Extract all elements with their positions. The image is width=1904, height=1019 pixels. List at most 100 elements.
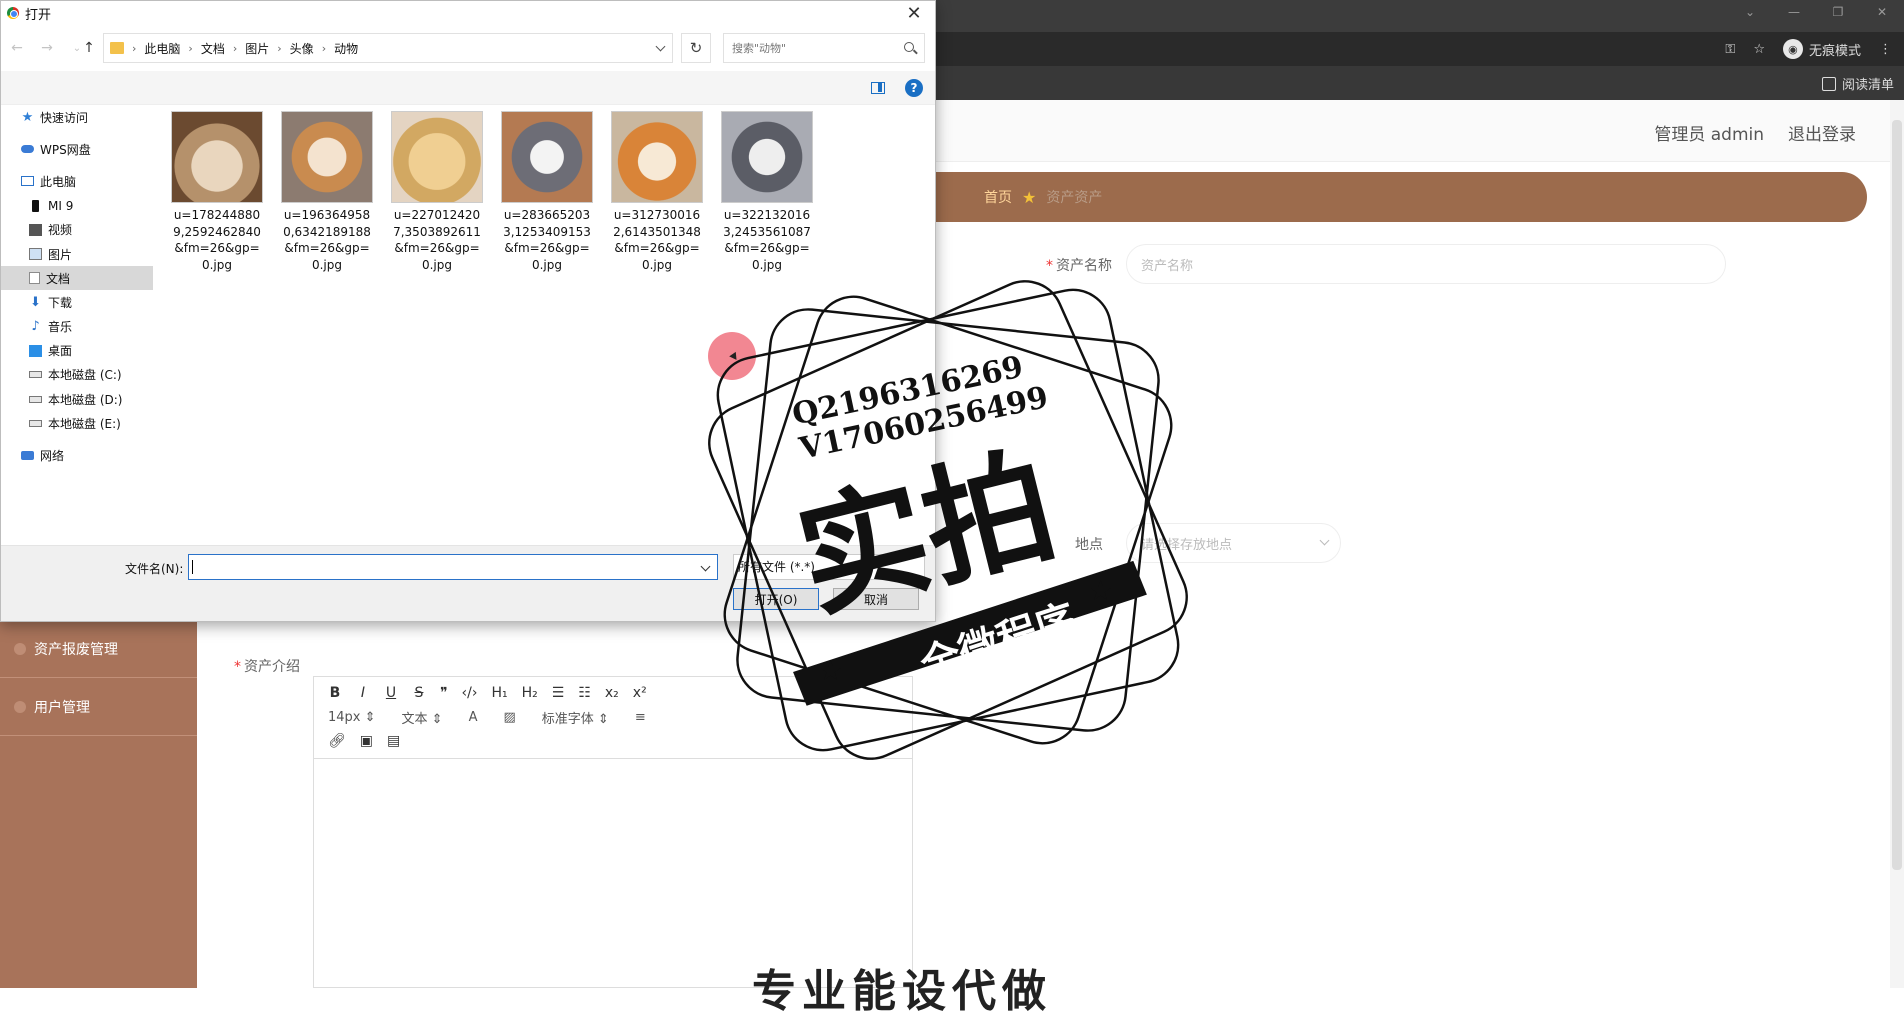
search-input[interactable]: 搜索"动物" [723, 33, 925, 63]
refresh-icon[interactable]: ↻ [681, 33, 711, 63]
strike-icon[interactable]: S [412, 685, 426, 701]
filename-input[interactable] [188, 554, 718, 580]
code-icon[interactable]: ‹/› [462, 685, 478, 701]
close-icon[interactable]: ✕ [899, 1, 929, 25]
preview-pane-icon[interactable] [871, 82, 885, 94]
heading2-icon[interactable]: H₂ [522, 685, 538, 701]
dialog-title: 打开 [25, 7, 52, 23]
font-family-select[interactable]: 标准字体 ⇕ [542, 708, 609, 727]
nav-item-disk-e[interactable]: 本地磁盘 (E:) [1, 411, 153, 435]
path-segment[interactable]: 头像 [290, 40, 314, 57]
network-icon [21, 451, 34, 461]
back-arrow-icon[interactable]: ← [7, 40, 27, 56]
video-embed-icon[interactable]: ▤ [387, 733, 400, 749]
path-segment[interactable]: 动物 [334, 40, 358, 57]
image-icon[interactable]: ▣ [360, 733, 373, 749]
nav-item-documents[interactable]: 文档 [1, 266, 153, 291]
heading1-icon[interactable]: H₁ [491, 685, 507, 701]
filename-label: 文件名(N): [125, 562, 184, 576]
breadcrumb: 首页 ★ 资产资产 [930, 172, 1867, 222]
file-name: u=1963649580,6342189188&fm=26&gp=0.jpg [283, 208, 371, 272]
nav-item-network[interactable]: 网络 [1, 443, 153, 467]
chevron-down-icon[interactable] [655, 41, 666, 52]
background-color-icon[interactable]: ▨ [503, 710, 515, 725]
minimize-icon[interactable]: — [1772, 0, 1816, 24]
link-icon[interactable]: 🔗︎ [328, 733, 346, 749]
path-segment[interactable]: 此电脑 [144, 40, 180, 57]
image-thumbnail [171, 111, 263, 203]
star-icon: ★ [1022, 187, 1037, 207]
italic-icon[interactable]: I [356, 685, 370, 701]
file-name: u=1782448809,2592462840&fm=26&gp=0.jpg [173, 208, 261, 272]
disk-icon [29, 419, 42, 427]
computer-icon [21, 176, 34, 187]
underline-icon[interactable]: U [384, 685, 398, 701]
key-icon[interactable]: ⚿ [1725, 42, 1735, 57]
image-thumbnail [391, 111, 483, 203]
subscript-icon[interactable]: x₂ [605, 685, 619, 701]
dialog-navbar: ← → ⌄ ↑ › 此电脑 › 文档 › 图片 › 头像 › 动物 ↻ 搜索"动… [1, 25, 935, 71]
file-item[interactable]: u=2836652033,1253409153&fm=26&gp=0.jpg [501, 111, 593, 273]
incognito-indicator[interactable]: ◉ 无痕模式 [1782, 39, 1861, 59]
nav-item-music[interactable]: ♪ 音乐 [1, 315, 153, 339]
reading-list-button[interactable]: 阅读清单 [1821, 74, 1894, 93]
help-icon[interactable]: ? [905, 79, 923, 97]
bookmark-star-icon[interactable]: ☆ [1753, 42, 1765, 57]
text-color-icon[interactable]: A [469, 710, 478, 725]
file-list: u=1782448809,2592462840&fm=26&gp=0.jpg u… [171, 111, 813, 273]
bullet-list-icon[interactable]: ☷ [578, 685, 591, 701]
incognito-icon: ◉ [1782, 39, 1803, 59]
file-item[interactable]: u=3221320163,2453561087&fm=26&gp=0.jpg [721, 111, 813, 273]
breadcrumb-current: 资产资产 [1046, 190, 1103, 206]
quote-icon[interactable]: ❞ [440, 685, 448, 701]
picture-icon [29, 248, 42, 261]
breadcrumb-home[interactable]: 首页 [984, 187, 1012, 207]
search-icon [904, 42, 914, 52]
chevron-down-icon [1319, 535, 1330, 546]
nav-item-this-pc[interactable]: 此电脑 [1, 169, 153, 193]
nav-item-disk-d[interactable]: 本地磁盘 (D:) [1, 387, 153, 411]
align-icon[interactable]: ≡ [635, 710, 646, 725]
asset-name-input[interactable]: 资产名称 [1126, 244, 1726, 284]
star-icon: ★ [21, 109, 34, 125]
nav-item-disk-c[interactable]: 本地磁盘 (C:) [1, 363, 153, 387]
sidebar-item-users[interactable]: 用户管理 [0, 678, 197, 736]
file-name: u=3127300162,6143501348&fm=26&gp=0.jpg [613, 208, 701, 272]
browser-menu-icon[interactable]: ⋮ [1879, 42, 1892, 57]
up-arrow-icon[interactable]: ↑ [79, 40, 99, 56]
nav-item-quick-access[interactable]: ★ 快速访问 [1, 105, 153, 129]
sidebar: 资产报废管理 用户管理 [0, 620, 197, 988]
page-scrollbar-thumb[interactable] [1892, 120, 1902, 870]
ordered-list-icon[interactable]: ☰ [552, 685, 565, 701]
superscript-icon[interactable]: x² [633, 685, 647, 701]
cloud-icon [21, 145, 34, 154]
window-controls: ⌄ — ❐ ✕ [1728, 0, 1904, 24]
nav-item-downloads[interactable]: ⬇ 下载 [1, 290, 153, 314]
nav-item-mi9[interactable]: MI 9 [1, 194, 153, 218]
restore-icon[interactable]: ❐ [1816, 0, 1860, 24]
tab-list-chevron-icon[interactable]: ⌄ [1728, 0, 1772, 24]
nav-item-wps-cloud[interactable]: WPS网盘 [1, 137, 153, 161]
editor-content[interactable] [314, 759, 912, 987]
watermark-stamp: Q2196316269 V17060256499 实拍 全微程序 ★ ★ [708, 280, 1188, 760]
path-segment[interactable]: 文档 [201, 40, 225, 57]
music-icon: ♪ [31, 319, 40, 335]
address-bar[interactable]: › 此电脑 › 文档 › 图片 › 头像 › 动物 [103, 33, 673, 63]
nav-item-pictures[interactable]: 图片 [1, 242, 153, 266]
nav-item-desktop[interactable]: 桌面 [1, 339, 153, 363]
nav-item-videos[interactable]: 视频 [1, 218, 153, 242]
file-item[interactable]: u=1963649580,6342189188&fm=26&gp=0.jpg [281, 111, 373, 273]
header-select[interactable]: 文本 ⇕ [402, 708, 443, 727]
file-item[interactable]: u=3127300162,6143501348&fm=26&gp=0.jpg [611, 111, 703, 273]
image-thumbnail [281, 111, 373, 203]
font-size-select[interactable]: 14px ⇕ [328, 710, 376, 725]
image-thumbnail [721, 111, 813, 203]
sidebar-item-asset-scrap[interactable]: 资产报废管理 [0, 620, 197, 678]
path-segment[interactable]: 图片 [245, 40, 269, 57]
logout-link[interactable]: 退出登录 [1788, 120, 1856, 145]
file-item[interactable]: u=2270124207,3503892611&fm=26&gp=0.jpg [391, 111, 483, 273]
file-item[interactable]: u=1782448809,2592462840&fm=26&gp=0.jpg [171, 111, 263, 273]
bold-icon[interactable]: B [328, 685, 342, 701]
window-close-icon[interactable]: ✕ [1860, 0, 1904, 24]
forward-arrow-icon[interactable]: → [37, 40, 57, 56]
